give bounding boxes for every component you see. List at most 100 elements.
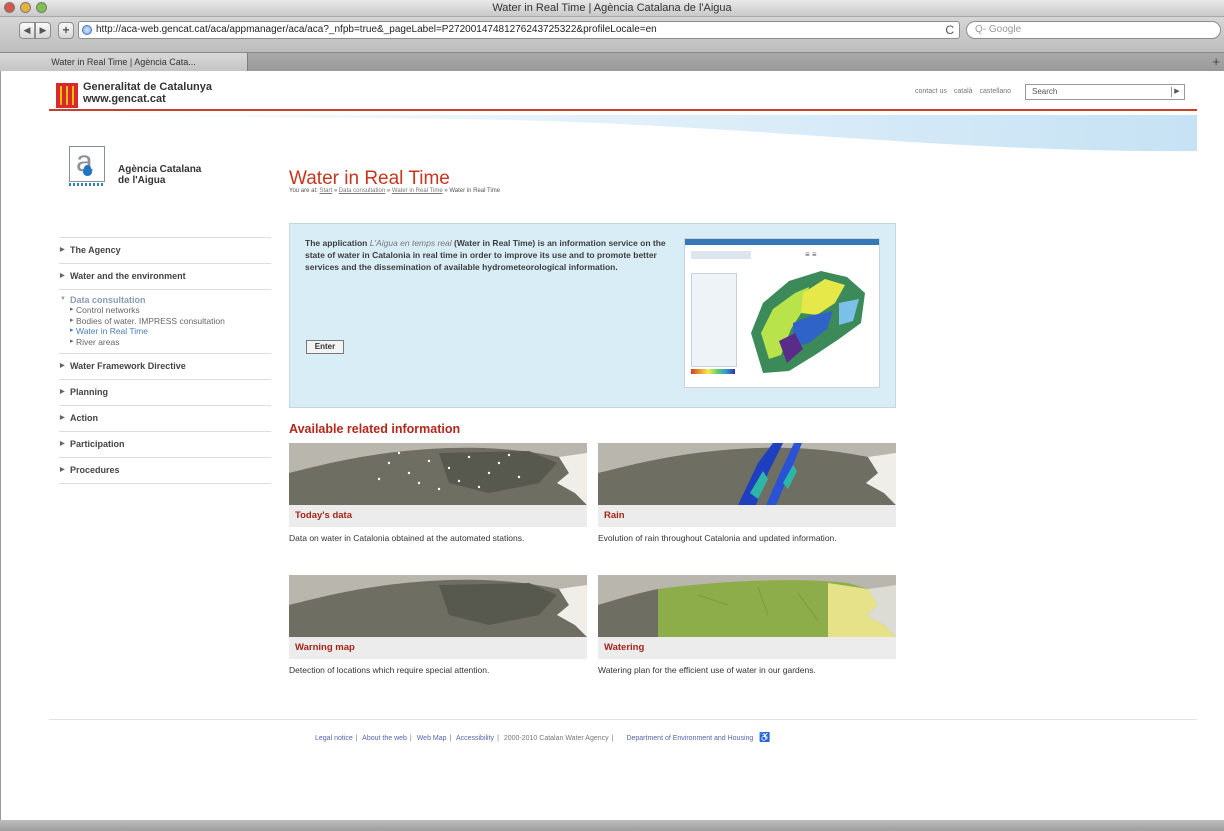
chevron-right-icon: ▶ <box>60 247 65 253</box>
card-description: Watering plan for the efficient use of w… <box>598 665 816 675</box>
search-go-icon[interactable]: ▶ <box>1171 87 1182 97</box>
chevron-right-icon: ▶ <box>60 363 65 369</box>
card-title[interactable]: Warning map <box>289 637 587 659</box>
intro-text: The application L'Aigua en temps real (W… <box>305 237 680 273</box>
sidebar-item-label: Planning <box>70 387 108 397</box>
warning-map-image[interactable] <box>289 575 587 637</box>
intro-app-name: L'Aigua en temps real <box>369 238 452 248</box>
reload-icon[interactable]: C <box>945 22 954 38</box>
sidebar-item-label: Procedures <box>70 465 120 475</box>
forward-arrow-icon: ▶ <box>39 25 47 35</box>
new-tab-icon[interactable]: + <box>1212 53 1220 70</box>
sidebar-subitem-bodies-of-water[interactable]: Bodies of water. IMPRESS consultation <box>70 316 271 327</box>
aca-logo[interactable]: a <box>69 145 105 182</box>
card-description: Evolution of rain throughout Catalonia a… <box>598 533 837 543</box>
card-watering[interactable]: Watering Watering plan for the efficient… <box>598 575 896 676</box>
breadcrumb-data-consultation[interactable]: Data consultation <box>339 188 385 194</box>
sidebar-item-label: Participation <box>70 439 125 449</box>
back-button[interactable]: ◀ <box>19 22 35 39</box>
sidebar-subitem-water-real-time[interactable]: Water in Real Time <box>70 326 271 337</box>
breadcrumb-water-real-time[interactable]: Water in Real Time <box>392 188 443 194</box>
agency-name-line2: de l'Aigua <box>118 175 166 186</box>
sidebar-item-action[interactable]: ▶ Action <box>59 406 271 432</box>
rain-map-image[interactable] <box>598 443 896 505</box>
breadcrumb-current: Water in Real Time <box>449 188 501 194</box>
page-title: Water in Real Time <box>289 168 450 189</box>
water-drop-icon <box>83 165 92 176</box>
catalonia-map-image <box>751 271 865 373</box>
sidebar-item-label: The Agency <box>70 245 121 255</box>
language-links: contact us català castellano <box>915 88 1016 95</box>
generalitat-name-line1: Generalitat de Catalunya <box>83 81 212 93</box>
wheelchair-icon[interactable]: ♿ <box>759 732 770 742</box>
generalitat-url: www.gencat.cat <box>83 93 166 105</box>
card-title[interactable]: Today's data <box>289 505 587 527</box>
app-screenshot-thumbnail[interactable]: ≡ ≡ <box>684 238 880 388</box>
address-bar[interactable]: http://aca-web.gencat.cat/aca/appmanager… <box>78 21 960 39</box>
footer-link-accessibility[interactable]: Accessibility <box>456 735 494 742</box>
legend-scale-icon <box>691 369 735 374</box>
sidebar-item-label: Data consultation <box>70 295 146 305</box>
card-description: Data on water in Catalonia obtained at t… <box>289 533 525 543</box>
breadcrumb-start[interactable]: Start <box>319 188 332 194</box>
card-description: Detection of locations which require spe… <box>289 665 490 675</box>
card-title[interactable]: Rain <box>598 505 896 527</box>
generalitat-name[interactable]: Generalitat de Catalunya www.gencat.cat <box>83 81 212 105</box>
contact-link[interactable]: contact us <box>915 88 947 95</box>
title-bar: Water in Real Time | Agència Catalana de… <box>0 0 1224 17</box>
footer-link-department[interactable]: Department of Environment and Housing <box>626 735 753 742</box>
castellano-link[interactable]: castellano <box>980 88 1012 95</box>
chevron-right-icon: ▶ <box>60 389 65 395</box>
sidebar-subitem-control-networks[interactable]: Control networks <box>70 305 271 316</box>
sidebar-subitem-river-areas[interactable]: River areas <box>70 337 271 348</box>
site-search-input[interactable]: Search ▶ <box>1025 84 1185 100</box>
sidebar-item-label: Water Framework Directive <box>70 361 186 371</box>
sidebar-nav: ▶ The Agency ▶ Water and the environment ▼… <box>59 237 271 484</box>
footer-link-legal[interactable]: Legal notice <box>315 735 353 742</box>
card-rain[interactable]: Rain Evolution of rain throughout Catalo… <box>598 443 896 544</box>
app-logo-icon: ≡ ≡ <box>805 250 817 259</box>
footer-divider <box>49 719 1197 720</box>
status-bar <box>0 820 1224 831</box>
chevron-down-icon: ▼ <box>60 296 66 302</box>
breadcrumb-prefix: You are at: <box>289 188 318 194</box>
watering-map-image[interactable] <box>598 575 896 637</box>
enter-button[interactable]: Enter <box>306 340 344 354</box>
chevron-right-icon: ▶ <box>60 415 65 421</box>
card-warning-map[interactable]: Warning map Detection of locations which… <box>289 575 587 676</box>
todays-data-map-image[interactable] <box>289 443 587 505</box>
back-arrow-icon: ◀ <box>23 25 31 35</box>
sidebar-item-data-consultation[interactable]: ▼ Data consultation Control networks Bod… <box>59 290 271 354</box>
related-info-heading: Available related information <box>289 422 461 436</box>
card-title[interactable]: Watering <box>598 637 896 659</box>
sidebar-item-water-environment[interactable]: ▶ Water and the environment <box>59 264 271 290</box>
agency-name-line1: Agència Catalana <box>118 164 202 175</box>
browser-search-input[interactable]: Q- Google <box>966 21 1221 39</box>
sidebar-item-label: Water and the environment <box>70 271 186 281</box>
sidebar-item-participation[interactable]: ▶ Participation <box>59 432 271 458</box>
globe-icon <box>82 25 92 35</box>
tab-water-in-real-time[interactable]: Water in Real Time | Agència Cata... <box>0 53 248 71</box>
address-bar-url: http://aca-web.gencat.cat/aca/appmanager… <box>96 24 657 35</box>
catala-link[interactable]: català <box>954 88 973 95</box>
forward-button[interactable]: ▶ <box>35 22 51 39</box>
page-content: Generalitat de Catalunya www.gencat.cat … <box>0 71 1224 820</box>
chevron-right-icon: ▶ <box>60 273 65 279</box>
breadcrumb: You are at: Start » Data consultation » … <box>289 188 501 194</box>
generalitat-logo[interactable] <box>56 83 78 108</box>
browser-toolbar: ◀ ▶ + http://aca-web.gencat.cat/aca/appm… <box>0 17 1224 52</box>
agency-name: Agència Catalana de l'Aigua <box>118 164 228 186</box>
browser-window: Water in Real Time | Agència Catalana de… <box>0 0 1224 831</box>
sidebar-item-water-framework-directive[interactable]: ▶ Water Framework Directive <box>59 354 271 380</box>
window-title: Water in Real Time | Agència Catalana de… <box>492 2 732 14</box>
add-bookmark-button[interactable]: + <box>58 22 74 39</box>
sidebar-item-label: Action <box>70 413 98 423</box>
footer-link-about[interactable]: About the web <box>362 735 407 742</box>
footer-copyright: 2000-2010 Catalan Water Agency <box>503 735 609 742</box>
sidebar-item-the-agency[interactable]: ▶ The Agency <box>59 237 271 264</box>
footer-link-webmap[interactable]: Web Map <box>417 735 447 742</box>
sidebar-item-planning[interactable]: ▶ Planning <box>59 380 271 406</box>
sidebar-item-procedures[interactable]: ▶ Procedures <box>59 458 271 484</box>
card-todays-data[interactable]: Today's data Data on water in Catalonia … <box>289 443 587 544</box>
header-wave-decoration <box>41 115 1197 152</box>
